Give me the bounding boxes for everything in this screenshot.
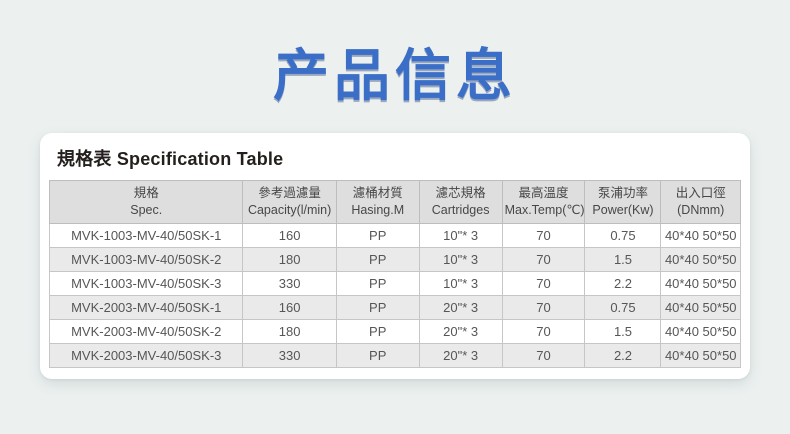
column-header-spec: 規格Spec. xyxy=(50,181,243,224)
cell-spec: MVK-2003-MV-40/50SK-3 xyxy=(50,343,243,367)
column-header-power: 泵浦功率Power(Kw) xyxy=(585,181,661,224)
cell-housing-material: PP xyxy=(336,319,419,343)
cell-port-size: 40*40 50*50 xyxy=(661,319,741,343)
cell-max-temp: 70 xyxy=(502,343,585,367)
spec-table-header: 規格Spec.參考過濾量Capacity(l/min)濾桶材質Hasing.M濾… xyxy=(50,181,741,224)
spec-row: MVK-1003-MV-40/50SK-1160PP10"* 3700.7540… xyxy=(50,223,741,247)
cell-cartridges: 10"* 3 xyxy=(419,223,502,247)
specification-table: 規格Spec.參考過濾量Capacity(l/min)濾桶材質Hasing.M濾… xyxy=(49,180,741,368)
spec-table-heading-zh: 規格表 xyxy=(57,149,112,169)
cell-capacity: 160 xyxy=(243,295,336,319)
spec-table-heading-en: Specification Table xyxy=(117,149,284,169)
cell-housing-material: PP xyxy=(336,247,419,271)
page: 产品信息 規格表 Specification Table 規格Spec.參考過濾… xyxy=(0,0,790,379)
cell-spec: MVK-2003-MV-40/50SK-2 xyxy=(50,319,243,343)
cell-spec: MVK-1003-MV-40/50SK-3 xyxy=(50,271,243,295)
cell-port-size: 40*40 50*50 xyxy=(661,271,741,295)
cell-spec: MVK-1003-MV-40/50SK-2 xyxy=(50,247,243,271)
header-row: 規格Spec.參考過濾量Capacity(l/min)濾桶材質Hasing.M濾… xyxy=(50,181,741,224)
spec-row: MVK-2003-MV-40/50SK-1160PP20"* 3700.7540… xyxy=(50,295,741,319)
cell-port-size: 40*40 50*50 xyxy=(661,343,741,367)
cell-power: 2.2 xyxy=(585,343,661,367)
cell-capacity: 330 xyxy=(243,271,336,295)
cell-port-size: 40*40 50*50 xyxy=(661,247,741,271)
column-header-port-size: 出入口徑(DNmm) xyxy=(661,181,741,224)
spec-row: MVK-2003-MV-40/50SK-3330PP20"* 3702.240*… xyxy=(50,343,741,367)
cell-housing-material: PP xyxy=(336,295,419,319)
cell-housing-material: PP xyxy=(336,223,419,247)
spec-card: 規格表 Specification Table 規格Spec.參考過濾量Capa… xyxy=(40,133,750,379)
cell-capacity: 160 xyxy=(243,223,336,247)
cell-max-temp: 70 xyxy=(502,295,585,319)
spec-row: MVK-2003-MV-40/50SK-2180PP20"* 3701.540*… xyxy=(50,319,741,343)
cell-cartridges: 20"* 3 xyxy=(419,319,502,343)
cell-max-temp: 70 xyxy=(502,223,585,247)
cell-housing-material: PP xyxy=(336,271,419,295)
column-header-max-temp: 最高溫度Max.Temp(℃) xyxy=(502,181,585,224)
cell-cartridges: 10"* 3 xyxy=(419,271,502,295)
cell-cartridges: 10"* 3 xyxy=(419,247,502,271)
cell-port-size: 40*40 50*50 xyxy=(661,295,741,319)
cell-capacity: 330 xyxy=(243,343,336,367)
cell-power: 0.75 xyxy=(585,223,661,247)
cell-port-size: 40*40 50*50 xyxy=(661,223,741,247)
cell-max-temp: 70 xyxy=(502,271,585,295)
cell-cartridges: 20"* 3 xyxy=(419,343,502,367)
cell-capacity: 180 xyxy=(243,319,336,343)
cell-capacity: 180 xyxy=(243,247,336,271)
spec-table-heading: 規格表 Specification Table xyxy=(57,145,741,171)
cell-cartridges: 20"* 3 xyxy=(419,295,502,319)
column-header-capacity: 參考過濾量Capacity(l/min) xyxy=(243,181,336,224)
cell-power: 1.5 xyxy=(585,247,661,271)
page-title: 产品信息 xyxy=(0,0,790,104)
cell-power: 2.2 xyxy=(585,271,661,295)
column-header-cartridges: 濾芯規格Cartridges xyxy=(419,181,502,224)
cell-spec: MVK-1003-MV-40/50SK-1 xyxy=(50,223,243,247)
spec-table-body: MVK-1003-MV-40/50SK-1160PP10"* 3700.7540… xyxy=(50,223,741,367)
spec-row: MVK-1003-MV-40/50SK-3330PP10"* 3702.240*… xyxy=(50,271,741,295)
cell-power: 1.5 xyxy=(585,319,661,343)
cell-housing-material: PP xyxy=(336,343,419,367)
spec-row: MVK-1003-MV-40/50SK-2180PP10"* 3701.540*… xyxy=(50,247,741,271)
cell-max-temp: 70 xyxy=(502,247,585,271)
cell-spec: MVK-2003-MV-40/50SK-1 xyxy=(50,295,243,319)
cell-power: 0.75 xyxy=(585,295,661,319)
cell-max-temp: 70 xyxy=(502,319,585,343)
column-header-housing-material: 濾桶材質Hasing.M xyxy=(336,181,419,224)
